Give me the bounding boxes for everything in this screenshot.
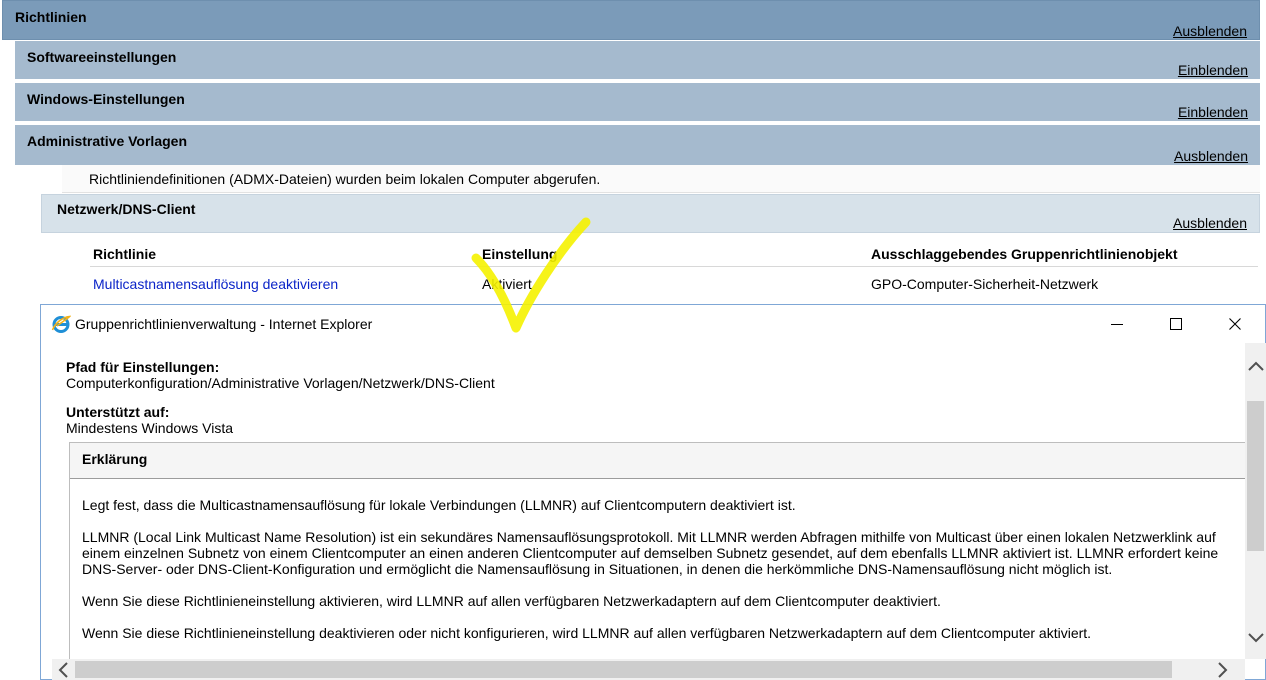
- section-title-richtlinien: Richtlinien: [15, 9, 87, 25]
- checkmark-annotation-icon: [471, 217, 591, 333]
- section-richtlinien: Richtlinien Ausblenden: [2, 0, 1260, 40]
- horizontal-scroll-thumb[interactable]: [75, 661, 1172, 678]
- explanation-label: Erklärung: [82, 451, 148, 467]
- minimize-icon: [1111, 324, 1123, 325]
- path-value: Computerkonfiguration/Administrative Vor…: [66, 375, 495, 391]
- explanation-paragraph: Legt fest, dass die Multicastnamensauflö…: [82, 497, 796, 513]
- close-button[interactable]: [1206, 305, 1264, 343]
- scroll-down-button[interactable]: [1245, 627, 1266, 648]
- column-header-gpo: Ausschlaggebendes Gruppenrichtlinienobje…: [871, 246, 1178, 262]
- admx-info-text: Richtliniendefinitionen (ADMX-Dateien) w…: [89, 171, 601, 187]
- horizontal-scrollbar[interactable]: [52, 659, 1245, 680]
- policy-table: Richtlinie Einstellung Ausschlaggebendes…: [90, 238, 1258, 304]
- supported-label: Unterstützt auf:: [66, 404, 170, 420]
- ie-popup-window: Gruppenrichtlinienverwaltung - Internet …: [40, 304, 1266, 680]
- section-softwareeinstellungen: Softwareeinstellungen Einblenden: [15, 41, 1260, 81]
- toggle-dns-link[interactable]: Ausblenden: [1173, 215, 1247, 231]
- scroll-right-button[interactable]: [1212, 659, 1233, 680]
- explanation-box: Erklärung Legt fest, dass die Multicastn…: [69, 442, 1245, 659]
- section-title-windows: Windows-Einstellungen: [27, 91, 185, 107]
- vertical-scroll-thumb[interactable]: [1247, 401, 1264, 551]
- section-administrative-vorlagen: Administrative Vorlagen Ausblenden: [15, 125, 1260, 165]
- section-netzwerk-dns-client: Netzwerk/DNS-Client Ausblenden: [41, 194, 1260, 233]
- scroll-up-button[interactable]: [1245, 355, 1266, 376]
- section-title-software: Softwareeinstellungen: [27, 49, 177, 65]
- policy-gpo-value: GPO-Computer-Sicherheit-Netzwerk: [871, 276, 1099, 292]
- maximize-icon: [1170, 318, 1182, 330]
- internet-explorer-icon: [51, 315, 71, 333]
- policy-link-multicast[interactable]: Multicastnamensauflösung deaktivieren: [93, 276, 338, 292]
- explanation-paragraph: Wenn Sie diese Richtlinieneinstellung ak…: [82, 593, 941, 609]
- column-header-policy: Richtlinie: [93, 246, 157, 262]
- admx-info-row: Richtliniendefinitionen (ADMX-Dateien) w…: [62, 165, 1260, 193]
- toggle-software-link[interactable]: Einblenden: [1178, 62, 1248, 78]
- chevron-left-icon: [58, 661, 68, 678]
- vertical-scrollbar[interactable]: [1245, 343, 1266, 659]
- explanation-paragraph: LLMNR (Local Link Multicast Name Resolut…: [82, 529, 1219, 577]
- toggle-windows-link[interactable]: Einblenden: [1178, 104, 1248, 120]
- section-title-admin: Administrative Vorlagen: [27, 133, 188, 149]
- maximize-button[interactable]: [1147, 305, 1205, 343]
- explanation-header: Erklärung: [70, 443, 1245, 479]
- section-title-dns: Netzwerk/DNS-Client: [57, 201, 196, 217]
- table-row: Multicastnamensauflösung deaktivieren Ak…: [90, 267, 1258, 297]
- explanation-paragraph: Wenn Sie diese Richtlinieneinstellung de…: [82, 625, 1092, 641]
- toggle-richtlinien-link[interactable]: Ausblenden: [1173, 23, 1247, 39]
- chevron-right-icon: [1217, 661, 1227, 678]
- scroll-left-button[interactable]: [52, 659, 73, 680]
- window-title: Gruppenrichtlinienverwaltung - Internet …: [75, 316, 373, 332]
- chevron-down-icon: [1247, 632, 1264, 642]
- minimize-button[interactable]: [1088, 305, 1146, 343]
- chevron-up-icon: [1247, 361, 1264, 371]
- popup-content: Pfad für Einstellungen: Computerkonfigur…: [52, 343, 1245, 659]
- window-titlebar[interactable]: Gruppenrichtlinienverwaltung - Internet …: [41, 305, 1265, 343]
- section-windows-einstellungen: Windows-Einstellungen Einblenden: [15, 83, 1260, 123]
- toggle-admin-link[interactable]: Ausblenden: [1174, 148, 1248, 164]
- supported-value: Mindestens Windows Vista: [66, 420, 234, 436]
- path-label: Pfad für Einstellungen:: [66, 359, 220, 375]
- close-icon: [1229, 318, 1241, 330]
